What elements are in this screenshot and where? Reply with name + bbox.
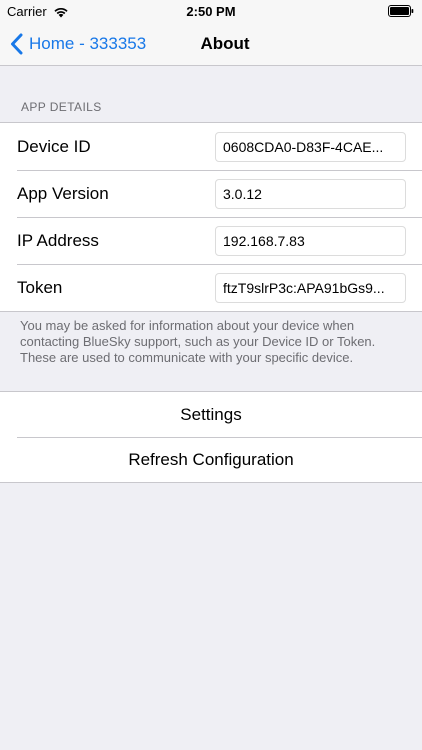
app-version-field[interactable]: 3.0.12 [215, 178, 406, 209]
status-time: 2:50 PM [186, 4, 236, 19]
app-version-label: App Version [17, 183, 109, 203]
actions-group: Settings Refresh Configuration [0, 391, 422, 483]
row-token: Token ftzT9slrP3c:APA91bGs9... [0, 264, 422, 311]
app-details-group: Device ID 0608CDA0-D83F-4CAE... App Vers… [0, 122, 422, 312]
row-device-id: Device ID 0608CDA0-D83F-4CAE... [0, 123, 422, 170]
support-footer-note: You may be asked for information about y… [20, 318, 376, 365]
about-screen: Carrier 2:50 PM Home - 333353 About APP … [0, 0, 422, 750]
device-id-label: Device ID [17, 136, 91, 156]
ip-address-label: IP Address [17, 230, 99, 250]
battery-icon [388, 5, 414, 17]
navigation-bar: Home - 333353 About [0, 22, 422, 66]
device-id-field[interactable]: 0608CDA0-D83F-4CAE... [215, 131, 406, 162]
back-button[interactable]: Home - 333353 [10, 22, 146, 66]
row-ip-address: IP Address 192.168.7.83 [0, 217, 422, 264]
refresh-configuration-button[interactable]: Refresh Configuration [0, 437, 422, 482]
section-header-app-details: APP DETAILS [21, 100, 102, 114]
settings-button[interactable]: Settings [0, 392, 422, 437]
token-label: Token [17, 277, 63, 297]
status-bar: Carrier 2:50 PM [0, 0, 422, 22]
row-app-version: App Version 3.0.12 [0, 170, 422, 217]
token-field[interactable]: ftzT9slrP3c:APA91bGs9... [215, 272, 406, 303]
page-title-text: About [200, 34, 250, 53]
ip-address-field[interactable]: 192.168.7.83 [215, 225, 406, 256]
chevron-left-icon [11, 33, 23, 55]
back-label: Home - 333353 [29, 34, 147, 53]
